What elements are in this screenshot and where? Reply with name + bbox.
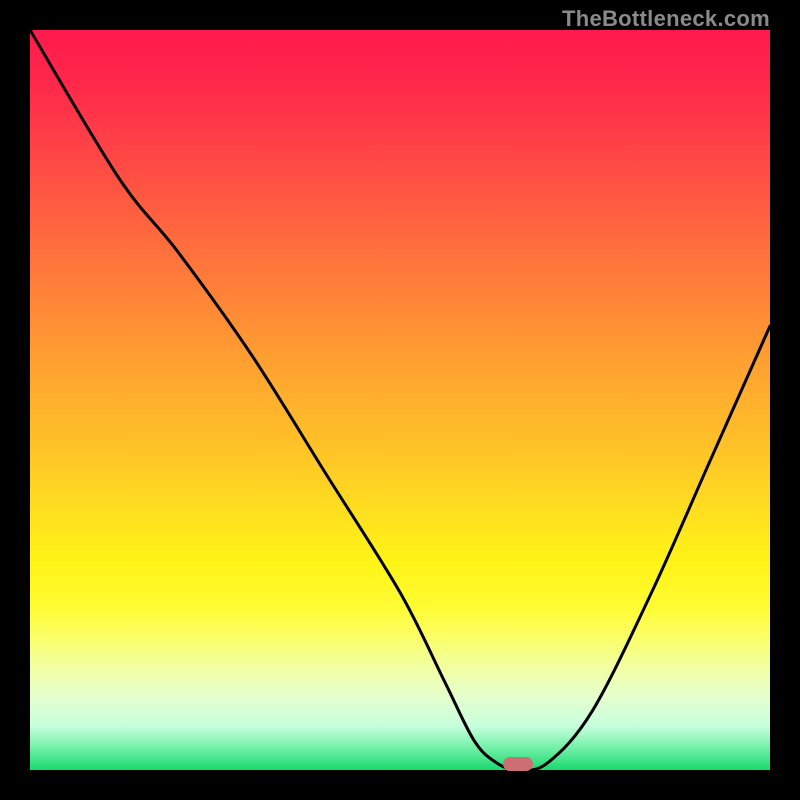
watermark-text: TheBottleneck.com <box>562 6 770 32</box>
plot-area <box>30 30 770 770</box>
curve-path <box>30 30 770 770</box>
optimum-marker <box>503 757 533 771</box>
chart-frame: TheBottleneck.com <box>0 0 800 800</box>
bottleneck-curve <box>30 30 770 770</box>
